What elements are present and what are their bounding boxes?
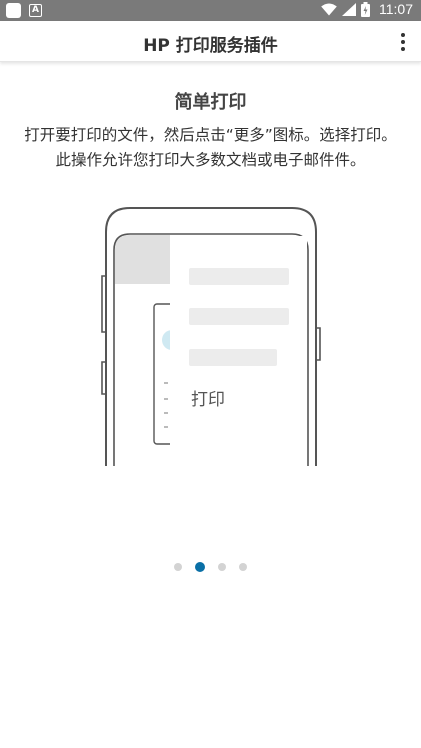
page-indicator — [0, 562, 421, 572]
wifi-icon — [321, 3, 337, 15]
app-toolbar: HP 打印服务插件 — [0, 21, 421, 62]
status-time: 11:07 — [379, 1, 413, 17]
page-dot-1[interactable] — [174, 563, 182, 571]
more-options-icon[interactable] — [395, 31, 411, 53]
battery-icon — [361, 1, 370, 17]
page-dot-4[interactable] — [239, 563, 247, 571]
page-title: HP 打印服务插件 — [143, 36, 278, 56]
onboarding-description: 打开要打印的文件，然后点击“更多”图标。选择打印。此操作允许您打印大多数文档或电… — [24, 126, 397, 169]
onboarding-heading: 简单打印 — [174, 92, 247, 113]
a-notification-icon: A — [29, 4, 42, 17]
phone-illustration: 打印 — [101, 207, 321, 466]
status-bar: A 11:07 — [0, 0, 421, 21]
signal-icon — [342, 2, 356, 16]
page-dot-2[interactable] — [195, 562, 205, 572]
illustration-print-label: 打印 — [191, 390, 225, 410]
page-dot-3[interactable] — [218, 563, 226, 571]
app-notification-icon — [6, 3, 21, 18]
system-icons: 11:07 — [321, 1, 413, 17]
notification-icons: A — [6, 3, 42, 18]
